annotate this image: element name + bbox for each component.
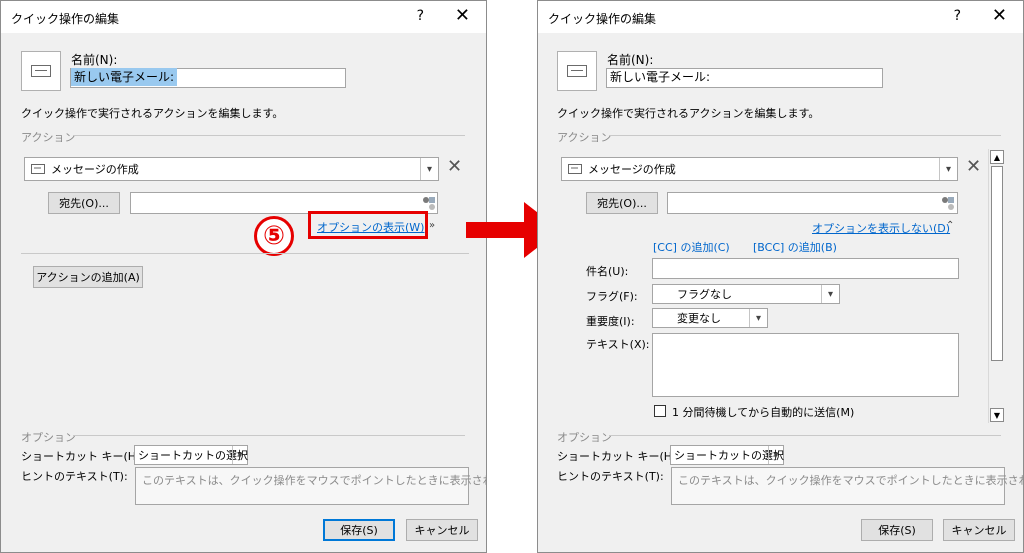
chevron-down-icon[interactable]: ▾ xyxy=(768,446,783,464)
flag-value: フラグなし xyxy=(677,288,732,301)
envelope-icon xyxy=(21,51,61,91)
auto-send-label: 1 分間待機してから自動的に送信(M) xyxy=(672,406,855,419)
title-bar: クイック操作の編集 ? ✕ xyxy=(1,1,486,33)
auto-send-checkbox[interactable] xyxy=(654,405,666,417)
scroll-thumb[interactable] xyxy=(991,166,1003,361)
add-bcc-link[interactable]: [BCC] の追加(B) xyxy=(753,239,837,255)
cancel-button[interactable]: キャンセル xyxy=(406,519,478,541)
subject-input[interactable] xyxy=(652,258,959,279)
action-combo-value: メッセージの作成 xyxy=(31,158,139,180)
to-button[interactable]: 宛先(O)... xyxy=(586,192,658,214)
tooltip-input[interactable]: このテキストは、クイック操作をマウスでポイントしたときに表示されます。 xyxy=(135,467,486,505)
chevron-double-down-icon[interactable]: » xyxy=(429,220,435,231)
tooltip-placeholder: このテキストは、クイック操作をマウスでポイントしたときに表示されます。 xyxy=(142,474,486,487)
options-section-label: オプション xyxy=(557,431,612,444)
scroll-up-icon[interactable]: ▲ xyxy=(990,150,1004,164)
message-icon xyxy=(31,164,45,174)
action-combo-text: メッセージの作成 xyxy=(51,163,139,176)
show-options-link[interactable]: オプションの表示(W) xyxy=(317,219,424,235)
envelope-icon xyxy=(557,51,597,91)
description-text: クイック操作で実行されるアクションを編集します。 xyxy=(557,107,820,120)
actions-end-divider xyxy=(21,253,469,254)
chevron-down-icon[interactable]: ▾ xyxy=(821,285,839,303)
name-value: 新しい電子メール: xyxy=(610,70,711,84)
name-input[interactable]: 新しい電子メール: xyxy=(70,68,346,88)
subject-label: 件名(U): xyxy=(586,265,629,278)
quick-step-dialog-after: クイック操作の編集 ? ✕ 名前(N): 新しい電子メール: クイック操作で実行… xyxy=(537,0,1024,553)
actions-divider xyxy=(609,135,1001,136)
importance-value: 変更なし xyxy=(677,312,721,325)
dialog-title: クイック操作の編集 xyxy=(548,12,657,26)
options-section-label: オプション xyxy=(21,431,76,444)
actions-divider xyxy=(73,135,465,136)
hide-options-link[interactable]: オプションを表示しない(D) xyxy=(812,220,950,236)
flag-combo[interactable]: フラグなし ▾ xyxy=(652,284,840,304)
flag-label: フラグ(F): xyxy=(586,290,638,303)
tooltip-label: ヒントのテキスト(T): xyxy=(557,470,664,483)
action-combo-text: メッセージの作成 xyxy=(588,163,676,176)
cancel-button[interactable]: キャンセル xyxy=(943,519,1015,541)
actions-scrollbar[interactable]: ▲ ▼ xyxy=(988,149,1005,423)
name-label: 名前(N): xyxy=(71,53,118,67)
action-combo[interactable]: メッセージの作成 ▾ xyxy=(561,157,958,181)
actions-section-label: アクション xyxy=(557,131,612,144)
save-button[interactable]: 保存(S) xyxy=(323,519,395,541)
action-combo-value: メッセージの作成 xyxy=(568,158,676,180)
actions-section-label: アクション xyxy=(21,131,76,144)
address-book-icon[interactable] xyxy=(421,195,437,211)
remove-action-icon[interactable]: ✕ xyxy=(447,156,462,177)
add-cc-link[interactable]: [CC] の追加(C) xyxy=(653,239,730,255)
options-divider xyxy=(73,435,465,436)
close-button[interactable]: ✕ xyxy=(992,5,1007,26)
text-label: テキスト(X): xyxy=(586,338,650,351)
chevron-down-icon[interactable]: ▾ xyxy=(232,446,247,464)
scroll-down-icon[interactable]: ▼ xyxy=(990,408,1004,422)
remove-action-icon[interactable]: ✕ xyxy=(966,156,981,177)
name-label: 名前(N): xyxy=(607,53,654,67)
title-bar: クイック操作の編集 ? ✕ xyxy=(538,1,1023,33)
chevron-double-up-icon[interactable]: ⌃ xyxy=(946,220,954,231)
importance-combo[interactable]: 変更なし ▾ xyxy=(652,308,768,328)
shortcut-combo[interactable]: ショートカットの選択 ▾ xyxy=(134,445,248,465)
tooltip-placeholder: このテキストは、クイック操作をマウスでポイントしたときに表示されます。 xyxy=(678,474,1024,487)
chevron-down-icon[interactable]: ▾ xyxy=(420,158,438,180)
message-icon xyxy=(568,164,582,174)
step-badge: ⑤ xyxy=(254,216,294,256)
add-action-button[interactable]: アクションの追加(A) xyxy=(33,266,143,288)
help-button[interactable]: ? xyxy=(954,8,961,24)
chevron-down-icon[interactable]: ▾ xyxy=(749,309,767,327)
name-input[interactable]: 新しい電子メール: xyxy=(606,68,883,88)
quick-step-dialog-before: クイック操作の編集 ? ✕ 名前(N): 新しい電子メール: クイック操作で実行… xyxy=(0,0,487,553)
importance-label: 重要度(I): xyxy=(586,315,635,328)
to-button[interactable]: 宛先(O)... xyxy=(48,192,120,214)
address-book-icon[interactable] xyxy=(940,195,956,211)
chevron-down-icon[interactable]: ▾ xyxy=(939,158,957,180)
close-button[interactable]: ✕ xyxy=(455,5,470,26)
description-text: クイック操作で実行されるアクションを編集します。 xyxy=(21,107,284,120)
dialog-title: クイック操作の編集 xyxy=(11,12,120,26)
save-button[interactable]: 保存(S) xyxy=(861,519,933,541)
name-value: 新しい電子メール: xyxy=(71,68,178,86)
options-divider xyxy=(609,435,1001,436)
to-input[interactable] xyxy=(667,192,958,214)
tooltip-label: ヒントのテキスト(T): xyxy=(21,470,128,483)
tooltip-input[interactable]: このテキストは、クイック操作をマウスでポイントしたときに表示されます。 xyxy=(671,467,1023,505)
shortcut-combo[interactable]: ショートカットの選択 ▾ xyxy=(670,445,784,465)
shortcut-label: ショートカット キー(H): xyxy=(557,450,681,463)
help-button[interactable]: ? xyxy=(417,8,424,24)
shortcut-label: ショートカット キー(H): xyxy=(21,450,145,463)
text-area[interactable] xyxy=(652,333,959,397)
action-combo[interactable]: メッセージの作成 ▾ xyxy=(24,157,439,181)
